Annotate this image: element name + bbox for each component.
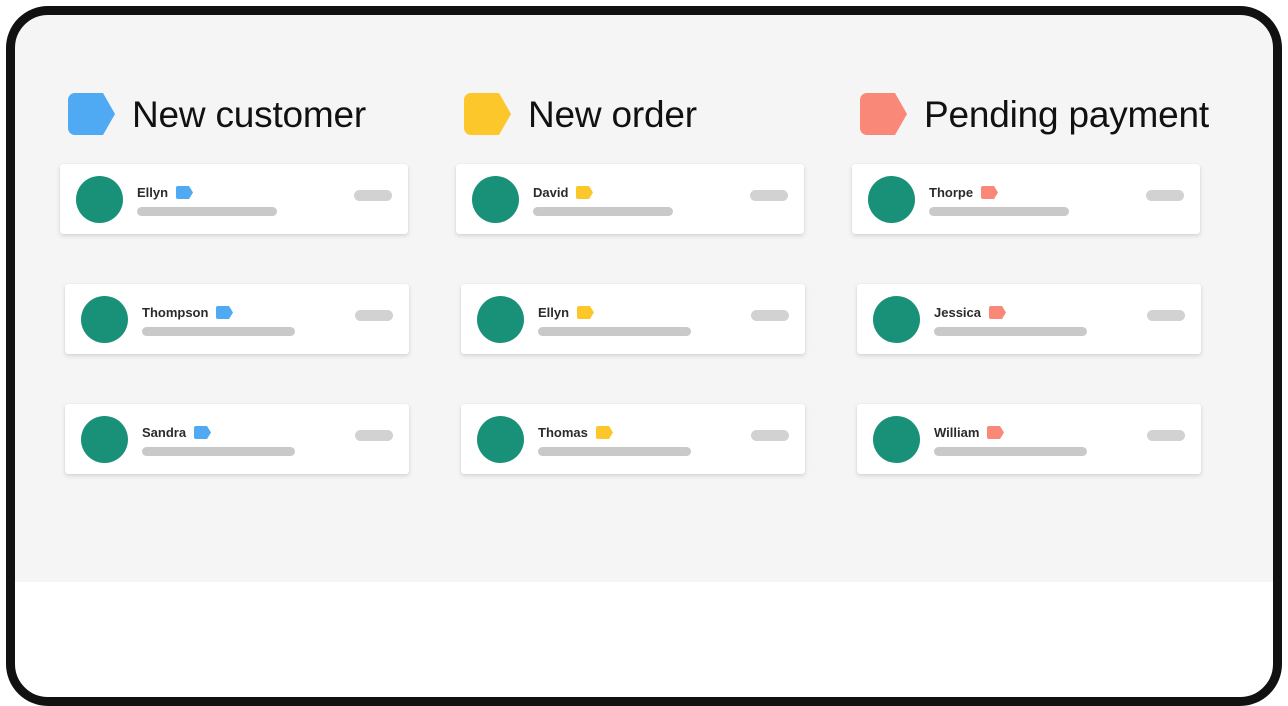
tag-icon [216,305,234,319]
card-body: William [934,422,1135,456]
card-detail-placeholder [934,447,1087,456]
card-body: Ellyn [137,182,342,216]
avatar [472,175,519,223]
column-header: New customer [60,86,460,142]
tag-icon [464,93,511,135]
card-name: William [934,424,980,440]
column-title: Pending payment [924,93,1209,135]
card-detail-placeholder [533,207,673,216]
column-header: Pending payment [852,86,1252,142]
card-body: Thomas [538,422,739,456]
kanban-columns: New customer Ellyn Thompson Sandra New order… [12,12,1276,582]
avatar [873,415,920,463]
card-name-row: Jessica [934,304,1135,320]
avatar [873,295,920,343]
status-badge[interactable] [750,189,788,201]
kanban-card[interactable]: Jessica [857,284,1201,354]
kanban-card[interactable]: Thompson [65,284,409,354]
status-badge[interactable] [355,309,393,321]
avatar [81,295,128,343]
tag-icon [576,185,594,199]
card-detail-placeholder [929,207,1069,216]
tag-icon [577,305,595,319]
card-detail-placeholder [538,327,691,336]
card-name: Ellyn [538,304,570,320]
card-body: Sandra [142,422,343,456]
card-body: Jessica [934,302,1135,336]
kanban-card[interactable]: William [857,404,1201,474]
status-badge[interactable] [354,189,392,201]
card-detail-placeholder [934,327,1087,336]
kanban-board: New customer Ellyn Thompson Sandra New order… [12,12,1276,582]
status-badge[interactable] [751,309,789,321]
column-header: New order [456,86,856,142]
card-detail-placeholder [142,327,295,336]
card-name: David [533,184,569,200]
column-title: New customer [132,93,367,135]
avatar [868,175,915,223]
tag-icon [176,185,194,199]
card-name-row: Sandra [142,424,343,440]
card-body: Ellyn [538,302,739,336]
card-name: Jessica [934,304,981,320]
tag-icon [981,185,999,199]
card-detail-placeholder [538,447,691,456]
tag-icon [194,425,212,439]
card-name-row: Thomas [538,424,739,440]
status-badge[interactable] [355,429,393,441]
card-name-row: Thompson [142,304,343,320]
card-name: Ellyn [137,184,169,200]
kanban-card[interactable]: Ellyn [461,284,805,354]
card-name: Sandra [142,424,187,440]
kanban-column: Pending payment Thorpe Jessica William [852,86,1252,524]
card-detail-placeholder [142,447,295,456]
tag-icon [595,425,613,439]
tag-icon [987,425,1005,439]
avatar [477,415,524,463]
status-badge[interactable] [1147,309,1185,321]
card-name-row: Ellyn [538,304,739,320]
status-badge[interactable] [751,429,789,441]
column-title: New order [528,93,697,135]
card-name-row: Thorpe [929,184,1134,200]
card-body: Thompson [142,302,343,336]
avatar [477,295,524,343]
card-name: Thomas [538,424,588,440]
tag-icon [989,305,1006,319]
kanban-card[interactable]: Ellyn [60,164,408,234]
card-name-row: David [533,184,738,200]
card-detail-placeholder [137,207,277,216]
card-name: Thorpe [929,184,974,200]
status-badge[interactable] [1146,189,1184,201]
avatar [81,415,128,463]
app-frame: New customer Ellyn Thompson Sandra New order… [0,0,1288,706]
card-name: Thompson [142,304,209,320]
status-badge[interactable] [1147,429,1185,441]
card-name-row: Ellyn [137,184,342,200]
card-body: David [533,182,738,216]
kanban-card[interactable]: Thorpe [852,164,1200,234]
kanban-column: New customer Ellyn Thompson Sandra [60,86,460,524]
kanban-column: New order David Ellyn Thomas [456,86,856,524]
card-body: Thorpe [929,182,1134,216]
tag-icon [68,93,115,135]
card-name-row: William [934,424,1135,440]
kanban-card[interactable]: David [456,164,804,234]
avatar [76,175,123,223]
tag-icon [860,93,907,135]
kanban-card[interactable]: Thomas [461,404,805,474]
kanban-card[interactable]: Sandra [65,404,409,474]
